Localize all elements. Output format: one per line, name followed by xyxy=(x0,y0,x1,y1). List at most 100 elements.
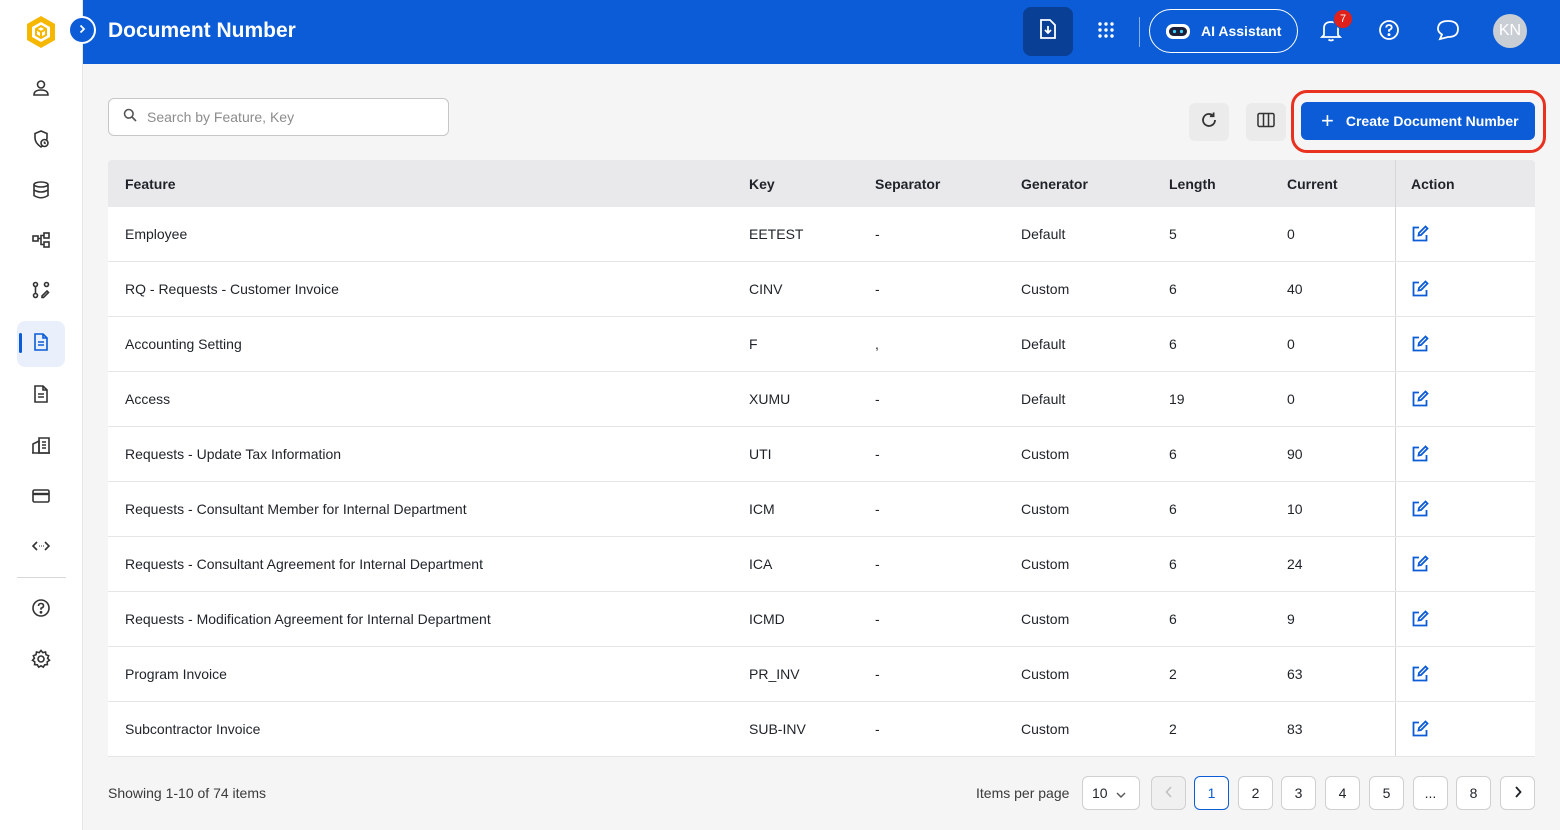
sidebar-item-settings[interactable] xyxy=(17,638,65,684)
help-circle-icon xyxy=(1378,19,1400,46)
cell-key: F xyxy=(749,336,758,352)
column-header-action: Action xyxy=(1395,160,1535,207)
page-button[interactable]: 3 xyxy=(1281,776,1316,810)
chevron-right-icon xyxy=(1514,785,1522,801)
edit-icon[interactable] xyxy=(1411,280,1429,298)
download-button[interactable] xyxy=(1023,7,1073,56)
column-header-feature[interactable]: Feature xyxy=(125,176,176,192)
page-ellipsis: ... xyxy=(1413,776,1448,810)
user-avatar[interactable]: KN xyxy=(1493,14,1527,48)
sidebar-item-api[interactable] xyxy=(17,525,65,571)
chat-bubble-icon xyxy=(1436,19,1460,46)
items-per-page-value: 10 xyxy=(1092,785,1108,801)
cell-length: 6 xyxy=(1169,611,1177,627)
edit-icon[interactable] xyxy=(1411,610,1429,628)
download-file-icon xyxy=(1038,18,1058,45)
sidebar-item-help[interactable] xyxy=(17,587,65,633)
sidebar-item-workflow[interactable] xyxy=(17,219,65,265)
sidebar-item-billing[interactable] xyxy=(17,475,65,521)
document-number-table: Feature Key Separator Generator Length C… xyxy=(108,160,1535,757)
cell-length: 2 xyxy=(1169,666,1177,682)
edit-icon[interactable] xyxy=(1411,720,1429,738)
search-field[interactable] xyxy=(108,98,449,136)
sidebar-expand-button[interactable] xyxy=(68,16,96,44)
cell-feature: Program Invoice xyxy=(125,666,227,682)
chat-button[interactable] xyxy=(1430,14,1466,50)
column-header-generator[interactable]: Generator xyxy=(1021,176,1088,192)
apps-grid-button[interactable] xyxy=(1088,14,1124,50)
refresh-icon xyxy=(1200,111,1218,134)
page-button[interactable]: 8 xyxy=(1456,776,1491,810)
sidebar-item-organization[interactable] xyxy=(17,424,65,470)
card-icon xyxy=(31,486,51,511)
edit-icon[interactable] xyxy=(1411,555,1429,573)
columns-icon xyxy=(1257,112,1275,133)
cell-current: 90 xyxy=(1287,446,1303,462)
create-document-number-button[interactable]: + Create Document Number xyxy=(1301,102,1535,140)
edit-icon[interactable] xyxy=(1411,665,1429,683)
next-page-button[interactable] xyxy=(1500,776,1535,810)
sidebar xyxy=(0,0,83,830)
plus-icon: + xyxy=(1321,108,1334,133)
sidebar-item-flow-edit[interactable] xyxy=(17,269,65,315)
settings-icon xyxy=(31,648,51,674)
cell-current: 9 xyxy=(1287,611,1295,627)
edit-icon[interactable] xyxy=(1411,445,1429,463)
top-header: Document Number AI Assistant 7 KN xyxy=(83,0,1560,64)
ai-assistant-label: AI Assistant xyxy=(1201,23,1282,39)
cell-feature: Accounting Setting xyxy=(125,336,242,352)
items-per-page-select[interactable]: 10 xyxy=(1082,776,1140,810)
cell-separator: - xyxy=(875,556,880,572)
refresh-button[interactable] xyxy=(1189,103,1229,141)
column-header-length[interactable]: Length xyxy=(1169,176,1216,192)
cell-action xyxy=(1395,592,1535,646)
page-button[interactable]: 1 xyxy=(1194,776,1229,810)
cell-length: 19 xyxy=(1169,391,1185,407)
sidebar-item-security[interactable] xyxy=(17,118,65,164)
header-divider xyxy=(1139,17,1140,47)
database-icon xyxy=(31,180,51,205)
edit-icon[interactable] xyxy=(1411,335,1429,353)
page-button[interactable]: 5 xyxy=(1369,776,1404,810)
column-header-separator[interactable]: Separator xyxy=(875,176,940,192)
sidebar-item-documents[interactable] xyxy=(17,373,65,419)
sidebar-item-document-number[interactable] xyxy=(17,321,65,367)
cell-separator: - xyxy=(875,446,880,462)
prev-page-button[interactable] xyxy=(1151,776,1186,810)
search-input[interactable] xyxy=(147,109,427,125)
columns-button[interactable] xyxy=(1246,103,1286,141)
cell-generator: Custom xyxy=(1021,721,1070,737)
sidebar-item-database[interactable] xyxy=(17,169,65,215)
cell-separator: - xyxy=(875,391,880,407)
page-title: Document Number xyxy=(108,19,296,42)
cell-action xyxy=(1395,262,1535,316)
cell-separator: - xyxy=(875,666,880,682)
edit-icon[interactable] xyxy=(1411,390,1429,408)
cell-length: 6 xyxy=(1169,281,1177,297)
cell-key: UTI xyxy=(749,446,772,462)
robot-icon xyxy=(1165,21,1191,41)
ai-assistant-button[interactable]: AI Assistant xyxy=(1149,9,1298,53)
help-button[interactable] xyxy=(1371,14,1407,50)
edit-icon[interactable] xyxy=(1411,225,1429,243)
column-header-key[interactable]: Key xyxy=(749,176,775,192)
items-count-text: Showing 1-10 of 74 items xyxy=(108,785,266,801)
table-row: RQ - Requests - Customer Invoice CINV - Cus… xyxy=(108,262,1535,317)
cell-action xyxy=(1395,427,1535,481)
app-logo[interactable] xyxy=(24,14,58,50)
sidebar-item-users[interactable] xyxy=(17,67,65,113)
cell-generator: Custom xyxy=(1021,446,1070,462)
cell-length: 5 xyxy=(1169,226,1177,242)
page-button[interactable]: 4 xyxy=(1325,776,1360,810)
cell-key: ICM xyxy=(749,501,775,517)
notification-count-badge: 7 xyxy=(1333,9,1353,29)
table-row: Requests - Consultant Agreement for Inte… xyxy=(108,537,1535,592)
cell-action xyxy=(1395,372,1535,426)
column-header-current[interactable]: Current xyxy=(1287,176,1338,192)
cell-generator: Default xyxy=(1021,391,1066,407)
cell-feature: Subcontractor Invoice xyxy=(125,721,261,737)
page-button[interactable]: 2 xyxy=(1238,776,1273,810)
edit-icon[interactable] xyxy=(1411,500,1429,518)
cell-length: 6 xyxy=(1169,336,1177,352)
cell-separator: - xyxy=(875,226,880,242)
